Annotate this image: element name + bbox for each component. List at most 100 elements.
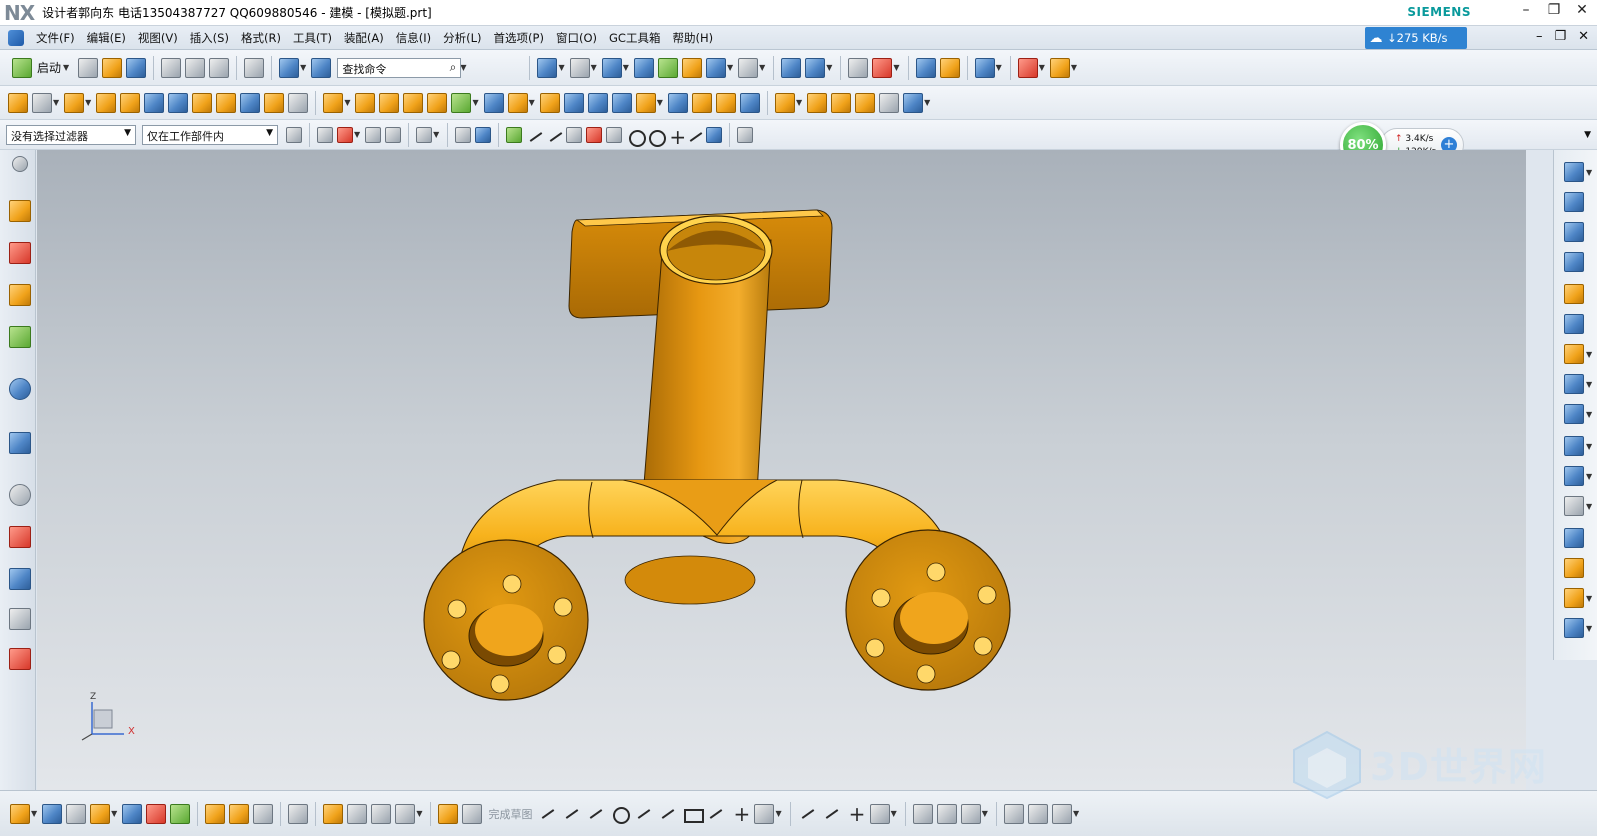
assembly-cut-icon[interactable] [371, 803, 392, 824]
make-corner-icon[interactable] [846, 802, 866, 826]
background-icon[interactable] [738, 57, 759, 78]
feature-playback-icon[interactable] [1564, 192, 1584, 212]
chevron-down-icon[interactable]: ▼ [300, 63, 306, 72]
snap-midpoint-icon[interactable] [546, 127, 562, 143]
sketch-icon[interactable] [8, 92, 28, 113]
snap-point-icon[interactable] [506, 126, 523, 143]
chevron-down-icon[interactable]: ▼ [1071, 63, 1077, 72]
show-hide-icon[interactable] [939, 57, 960, 78]
restore-button[interactable]: ❐ [1547, 2, 1561, 18]
assembly-navigator-icon[interactable] [9, 200, 31, 222]
array-component-icon[interactable] [253, 803, 274, 824]
search-icon[interactable]: ⌕ [450, 60, 457, 75]
chevron-down-icon[interactable]: ▼ [354, 130, 360, 139]
chevron-down-icon[interactable]: ▼ [996, 63, 1002, 72]
render-style-icon[interactable] [569, 57, 590, 78]
menu-assembly[interactable]: 装配(A) [338, 30, 390, 46]
chevron-down-icon[interactable]: ▼ [433, 130, 439, 139]
split-body-icon[interactable] [563, 92, 584, 113]
start-button[interactable]: 启动 ▼ [6, 57, 76, 78]
type-filter-select[interactable]: 没有选择过滤器 ▼ [6, 124, 136, 145]
sew-icon[interactable] [879, 92, 900, 113]
redo-icon[interactable] [244, 57, 265, 78]
quick-trim-icon[interactable] [798, 804, 818, 824]
move-object-icon[interactable] [805, 57, 826, 78]
menu-edit[interactable]: 编辑(E) [81, 30, 132, 46]
point-icon[interactable] [730, 802, 750, 826]
menu-information[interactable]: 信息(I) [390, 30, 437, 46]
menu-window[interactable]: 窗口(O) [550, 30, 603, 46]
alternate-solution-icon[interactable] [1051, 803, 1072, 824]
mirror-icon[interactable] [403, 92, 424, 113]
component-icon[interactable] [66, 803, 87, 824]
graphics-window[interactable] [37, 150, 1526, 790]
delete-face-icon[interactable] [739, 92, 760, 113]
sphere-feature-icon[interactable] [216, 92, 237, 113]
arc-icon[interactable] [586, 804, 606, 824]
clearance-analysis-icon[interactable] [288, 803, 309, 824]
add-component-icon[interactable] [90, 803, 111, 824]
pull-face-icon[interactable] [715, 92, 736, 113]
snap-quadrant-icon[interactable] [646, 127, 667, 147]
measure-distance-icon[interactable] [1049, 57, 1070, 78]
quick-pick-icon[interactable] [737, 126, 754, 143]
chevron-down-icon[interactable]: ▼ [472, 98, 478, 107]
unsuppress-feature-icon[interactable] [1564, 374, 1584, 394]
copy-icon[interactable] [185, 57, 206, 78]
feature-selection-icon[interactable] [317, 126, 333, 143]
chevron-down-icon[interactable]: ▼ [826, 63, 832, 72]
chevron-down-icon[interactable]: ▼ [591, 63, 597, 72]
convert-reference-icon[interactable] [1027, 803, 1048, 824]
manufacturing-wizard-icon[interactable] [9, 608, 31, 630]
link-icon[interactable] [323, 803, 344, 824]
replace-feature-icon[interactable] [1564, 314, 1584, 334]
snap-endpoint-icon[interactable] [526, 127, 542, 143]
task-environment-icon[interactable] [10, 803, 30, 824]
offset-curve-icon[interactable] [869, 803, 890, 824]
mate-component-icon[interactable] [146, 803, 167, 824]
wave-geometry-icon[interactable] [205, 803, 226, 824]
replace-face-icon[interactable] [667, 92, 688, 113]
part-navigator-icon[interactable] [9, 284, 31, 306]
menu-file[interactable]: 文件(F) [30, 30, 81, 46]
process-studio-icon[interactable] [9, 568, 31, 590]
reuse-library-icon[interactable] [9, 326, 31, 348]
sequence-icon[interactable] [347, 803, 368, 824]
rectangle-select-icon[interactable] [416, 126, 433, 143]
sketch-chamfer-icon[interactable] [658, 804, 678, 824]
finish-sketch-button[interactable]: 完成草图 [488, 806, 532, 822]
quick-extend-icon[interactable] [822, 804, 842, 824]
chevron-down-icon[interactable]: ▼ [891, 809, 897, 818]
chevron-down-icon[interactable]: ▼ [623, 63, 629, 72]
chevron-down-icon[interactable]: ▼ [982, 809, 988, 818]
explode-view-icon[interactable] [229, 803, 250, 824]
paste-icon[interactable] [209, 57, 230, 78]
chevron-down-icon[interactable]: ▼ [416, 809, 422, 818]
network-speed-badge[interactable]: ☁ ↓275 KB/s [1365, 27, 1467, 49]
convert-feature-icon[interactable] [1564, 528, 1584, 548]
menu-analysis[interactable]: 分析(L) [437, 30, 487, 46]
snap-arc-center-icon[interactable] [626, 127, 647, 147]
update-feature-icon[interactable] [1564, 466, 1584, 486]
selection-scope-select[interactable]: 仅在工作部件内 ▼ [142, 124, 278, 145]
thread-icon[interactable] [288, 92, 309, 113]
edit-object-display-icon[interactable] [915, 57, 936, 78]
chevron-down-icon[interactable]: ▼ [924, 98, 930, 107]
fit-view-icon[interactable] [537, 57, 558, 78]
command-finder-icon[interactable] [311, 57, 332, 78]
layer-settings-icon[interactable] [848, 57, 869, 78]
chevron-down-icon[interactable]: ▼ [111, 809, 117, 818]
menu-view[interactable]: 视图(V) [132, 30, 184, 46]
trim-body-icon[interactable] [539, 92, 560, 113]
blend-icon[interactable] [427, 92, 448, 113]
unite-icon[interactable] [323, 92, 344, 113]
snap-on-curve-icon[interactable] [686, 127, 702, 143]
sweep-icon[interactable] [120, 92, 141, 113]
chevron-down-icon[interactable]: ▼ [558, 63, 564, 72]
swept-surface-icon[interactable] [831, 92, 852, 113]
reorder-feature-icon[interactable] [1564, 284, 1584, 304]
assembly-icon[interactable] [42, 803, 63, 824]
snap-existing-point-icon[interactable] [666, 125, 686, 149]
block-icon[interactable] [144, 92, 165, 113]
add-selection-icon[interactable] [337, 126, 353, 143]
